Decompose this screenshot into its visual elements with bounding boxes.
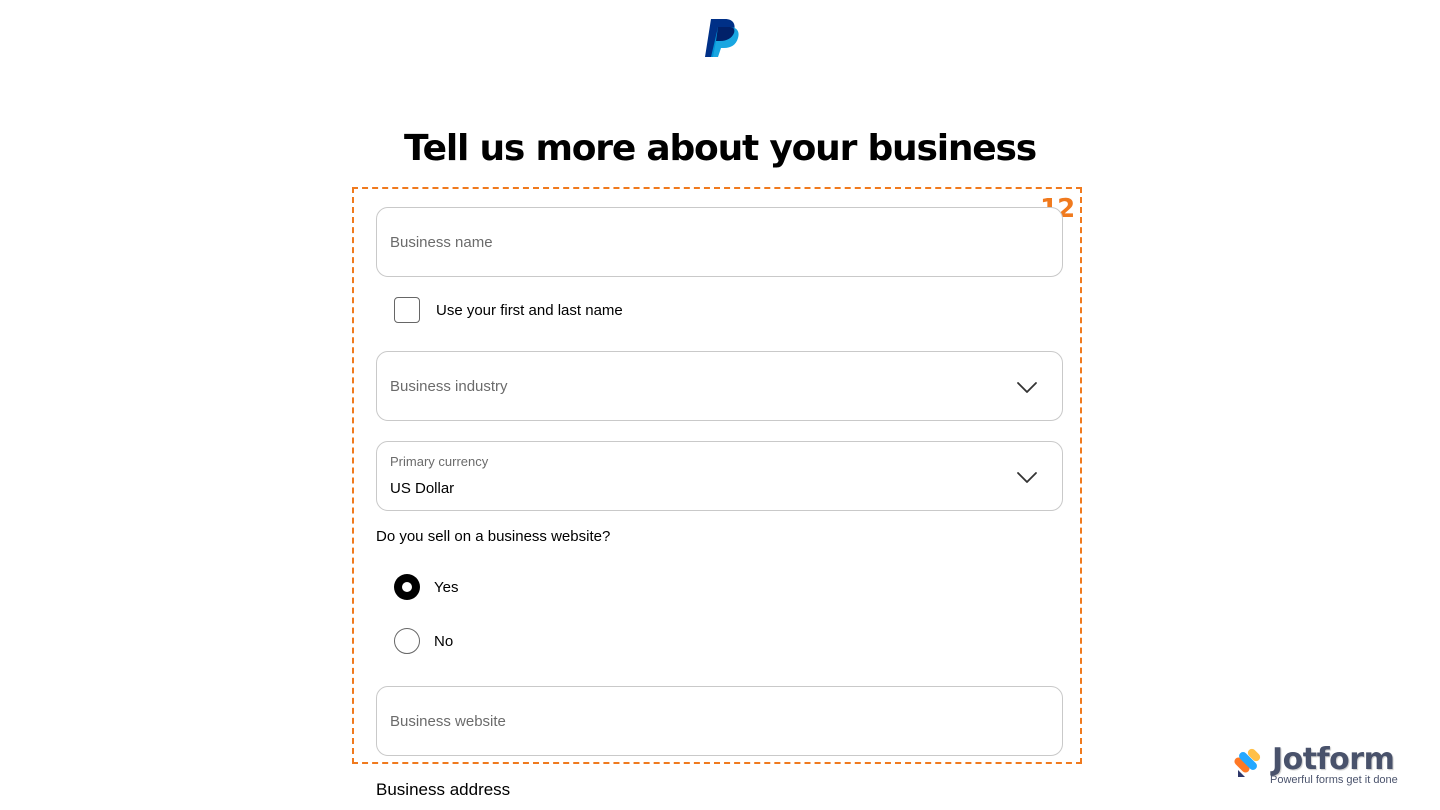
- use-name-checkbox-row[interactable]: Use your first and last name: [394, 296, 623, 324]
- business-address-heading: Business address: [376, 780, 511, 799]
- use-name-checkbox-label[interactable]: Use your first and last name: [436, 302, 623, 319]
- business-website-placeholder: Business website: [390, 713, 506, 730]
- jotform-tagline: Powerful forms get it done: [1270, 774, 1398, 786]
- business-name-input[interactable]: Business name: [376, 207, 1063, 277]
- radio-option-no[interactable]: No: [394, 627, 453, 655]
- business-industry-placeholder: Business industry: [390, 378, 508, 395]
- radio-yes-label[interactable]: Yes: [434, 579, 458, 596]
- primary-currency-value: US Dollar: [390, 480, 455, 497]
- jotform-logo-icon: [1234, 748, 1261, 777]
- radio-option-yes[interactable]: Yes: [394, 573, 458, 601]
- primary-currency-select[interactable]: Primary currency US Dollar: [376, 441, 1063, 511]
- jotform-watermark: Jotform Powerful forms get it done: [1234, 742, 1414, 790]
- jotform-name: Jotform: [1272, 742, 1395, 777]
- primary-currency-label: Primary currency: [390, 454, 489, 469]
- business-industry-select[interactable]: Business industry: [376, 351, 1063, 421]
- business-name-placeholder: Business name: [390, 234, 493, 251]
- chevron-down-icon: [1017, 472, 1037, 483]
- use-name-checkbox[interactable]: [394, 297, 420, 323]
- paypal-logo-icon: [705, 19, 739, 57]
- page-title: Tell us more about your business: [404, 128, 1037, 169]
- business-website-input[interactable]: Business website: [376, 686, 1063, 756]
- radio-yes-button[interactable]: [394, 574, 420, 600]
- chevron-down-icon: [1017, 382, 1037, 393]
- radio-no-label[interactable]: No: [434, 633, 453, 650]
- radio-no-button[interactable]: [394, 628, 420, 654]
- website-question-label: Do you sell on a business website?: [376, 528, 611, 545]
